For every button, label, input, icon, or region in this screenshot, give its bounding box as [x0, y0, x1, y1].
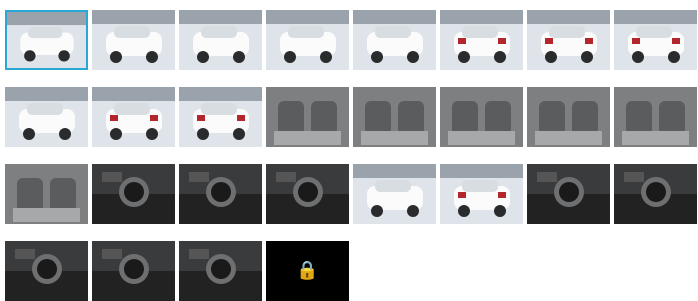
- photo-gallery: 🔒: [0, 0, 698, 301]
- dashboard-passenger-side-photo[interactable]: [179, 164, 262, 224]
- steering-column-photo[interactable]: [179, 241, 262, 301]
- steering-wheel-photo[interactable]: [92, 241, 175, 301]
- trunk-photo[interactable]: [614, 87, 697, 147]
- car-rear-three-quarter-photo[interactable]: [179, 87, 262, 147]
- car-rear-photo[interactable]: [440, 10, 523, 70]
- taillight-photo[interactable]: [440, 164, 523, 224]
- car-front-photo[interactable]: [266, 10, 349, 70]
- rear-seat-photo[interactable]: [353, 87, 436, 147]
- lock-icon: 🔒: [296, 260, 319, 281]
- car-taillight-closeup-photo[interactable]: [614, 10, 697, 70]
- locked-photo-tile[interactable]: 🔒: [266, 241, 349, 301]
- car-rear-three-quarter-photo[interactable]: [92, 87, 175, 147]
- car-rear-photo[interactable]: [527, 10, 610, 70]
- rear-seat-photo[interactable]: [440, 87, 523, 147]
- rear-seat-photo[interactable]: [527, 87, 610, 147]
- climate-controls-photo[interactable]: [527, 164, 610, 224]
- car-headlight-closeup-photo[interactable]: [5, 87, 88, 147]
- instrument-cluster-photo[interactable]: [614, 164, 697, 224]
- car-front-photo[interactable]: [179, 10, 262, 70]
- car-front-three-quarter-left-photo[interactable]: [5, 10, 88, 70]
- door-controls-photo[interactable]: [5, 241, 88, 301]
- tailgate-badge-photo[interactable]: [353, 164, 436, 224]
- spare-wheel-photo[interactable]: [5, 164, 88, 224]
- gear-shifter-photo[interactable]: [266, 164, 349, 224]
- car-front-three-quarter-right-photo[interactable]: [92, 10, 175, 70]
- dashboard-photo[interactable]: [92, 164, 175, 224]
- car-side-photo[interactable]: [353, 10, 436, 70]
- front-seats-photo[interactable]: [266, 87, 349, 147]
